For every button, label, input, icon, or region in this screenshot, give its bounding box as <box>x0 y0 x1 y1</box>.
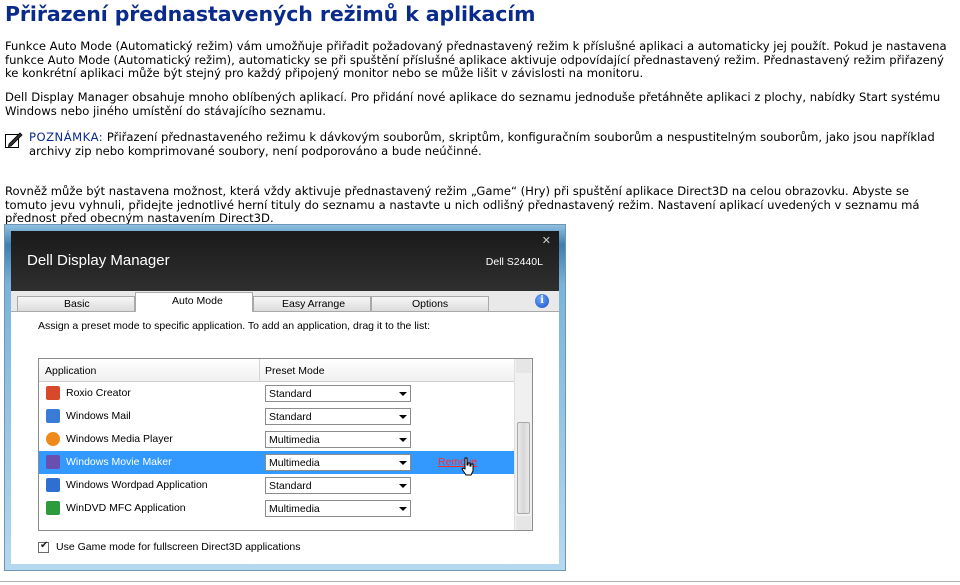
media-player-icon <box>46 432 60 446</box>
chevron-down-icon <box>399 392 407 396</box>
preset-dropdown[interactable]: Multimedia <box>265 454 411 471</box>
title-bar: Dell Display Manager Dell S2440L ✕ <box>11 231 559 291</box>
preset-value: Multimedia <box>269 503 320 515</box>
app-name: WinDVD MFC Application <box>66 502 186 514</box>
page-title: Přiřazení přednastavených režimů k aplik… <box>5 2 536 26</box>
preset-dropdown[interactable]: Standard <box>265 385 411 402</box>
app-name: Roxio Creator <box>66 387 131 399</box>
tab-easy-arrange[interactable]: Easy Arrange <box>253 296 371 311</box>
wordpad-icon <box>46 478 60 492</box>
intro-paragraph: Funkce Auto Mode (Automatický režim) vám… <box>5 39 947 80</box>
game-mode-checkbox[interactable]: ✔ <box>38 540 49 553</box>
preset-value: Standard <box>269 480 312 492</box>
chevron-down-icon <box>399 484 407 488</box>
ddm-window-screenshot: Dell Display Manager Dell S2440L ✕ Basic… <box>4 224 566 571</box>
auto-mode-panel: Assign a preset mode to specific applica… <box>11 311 559 564</box>
list-item[interactable]: Roxio Creator Standard <box>39 382 516 405</box>
roxio-icon <box>46 386 60 400</box>
info-icon[interactable]: i <box>535 294 549 308</box>
ddm-window: Dell Display Manager Dell S2440L ✕ Basic… <box>11 231 559 564</box>
tab-basic[interactable]: Basic <box>17 296 135 311</box>
scroll-thumb[interactable] <box>517 422 530 514</box>
preset-value: Standard <box>269 411 312 423</box>
app-title: Dell Display Manager <box>27 252 170 269</box>
note-label: POZNÁMKA: <box>29 130 104 144</box>
preset-value: Multimedia <box>269 457 320 469</box>
checkmark-icon: ✔ <box>40 540 49 551</box>
tab-basic-label: Basic <box>64 298 90 310</box>
note-pencil-icon <box>5 132 23 148</box>
instruction-text: Assign a preset mode to specific applica… <box>38 320 431 332</box>
list-item[interactable]: Windows Media Player Multimedia <box>39 428 516 451</box>
column-preset-mode[interactable]: Preset Mode <box>265 365 325 377</box>
tab-auto-mode-label: Auto Mode <box>172 295 223 307</box>
app-name: Windows Wordpad Application <box>66 479 208 491</box>
scroll-down-button[interactable] <box>516 516 531 530</box>
chevron-down-icon <box>399 507 407 511</box>
column-application[interactable]: Application <box>45 365 96 377</box>
list-item-selected[interactable]: Windows Movie Maker Multimedia Remove <box>39 451 516 476</box>
list-item[interactable]: Windows Wordpad Application Standard <box>39 474 516 497</box>
note-block: POZNÁMKA: Přiřazení přednastaveného reži… <box>5 130 953 158</box>
list-item[interactable]: Windows Mail Standard <box>39 405 516 428</box>
app-name: Windows Media Player <box>66 433 173 445</box>
preset-value: Multimedia <box>269 434 320 446</box>
note-text: Přiřazení přednastaveného režimu k dávko… <box>29 130 935 158</box>
game-mode-option[interactable]: ✔ Use Game mode for fullscreen Direct3D … <box>38 540 301 553</box>
list-scrollbar[interactable] <box>514 359 532 530</box>
preset-dropdown[interactable]: Standard <box>265 477 411 494</box>
monitor-name: Dell S2440L <box>485 256 543 268</box>
tab-auto-mode[interactable]: Auto Mode <box>135 292 253 312</box>
column-divider <box>259 359 260 381</box>
list-header: Application Preset Mode <box>39 359 516 382</box>
chevron-down-icon <box>399 415 407 419</box>
bottom-divider <box>0 581 960 582</box>
tab-easy-arrange-label: Easy Arrange <box>282 298 346 310</box>
app-name: Windows Mail <box>66 410 131 422</box>
applications-paragraph: Dell Display Manager obsahuje mnoho oblí… <box>5 90 941 118</box>
preset-dropdown[interactable]: Multimedia <box>265 431 411 448</box>
windvd-icon <box>46 501 60 515</box>
chevron-down-icon <box>399 438 407 442</box>
preset-value: Standard <box>269 388 312 400</box>
chevron-down-icon <box>399 461 407 465</box>
movie-maker-icon <box>46 455 60 469</box>
app-name: Windows Movie Maker <box>66 456 172 468</box>
scroll-up-button[interactable] <box>516 359 531 373</box>
preset-dropdown[interactable]: Standard <box>265 408 411 425</box>
preset-dropdown[interactable]: Multimedia <box>265 500 411 517</box>
tab-options-label: Options <box>412 298 449 310</box>
close-icon[interactable]: ✕ <box>542 234 551 247</box>
application-list[interactable]: Application Preset Mode Roxio Creator St… <box>38 358 533 531</box>
tab-bar: Basic Auto Mode Easy Arrange Options i <box>11 291 559 312</box>
direct3d-paragraph: Rovněž může být nastavena možnost, která… <box>5 184 920 225</box>
list-item[interactable]: WinDVD MFC Application Multimedia <box>39 497 516 520</box>
game-mode-label: Use Game mode for fullscreen Direct3D ap… <box>56 541 301 553</box>
tab-options[interactable]: Options <box>371 296 489 311</box>
mail-icon <box>46 409 60 423</box>
